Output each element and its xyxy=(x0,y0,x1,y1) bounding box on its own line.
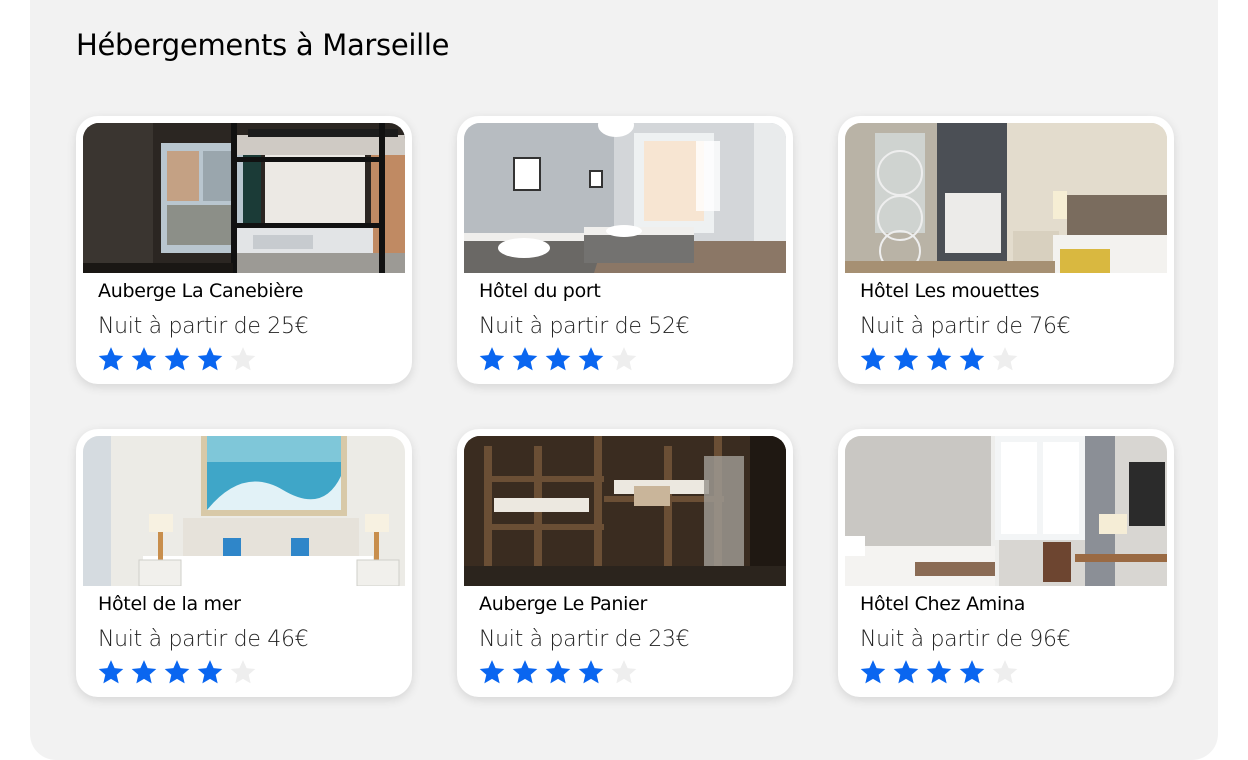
hotel-card[interactable]: Auberge Le Panier Nuit à partir de 23€ xyxy=(457,429,793,697)
star-icon xyxy=(992,660,1018,684)
star-icon xyxy=(926,347,952,371)
page-title: Hébergements à Marseille xyxy=(76,28,450,62)
hotel-name: Auberge La Canebière xyxy=(98,280,304,302)
hotel-card[interactable]: Hôtel de la mer Nuit à partir de 46€ xyxy=(76,429,412,697)
hotel-price: Nuit à partir de 52€ xyxy=(479,314,690,339)
star-rating xyxy=(859,345,1019,375)
star-icon xyxy=(197,347,223,371)
star-icon xyxy=(860,347,886,371)
hotel-photo xyxy=(83,436,405,586)
hotel-photo xyxy=(845,436,1167,586)
star-icon xyxy=(578,660,604,684)
star-icon xyxy=(197,660,223,684)
hotel-name: Auberge Le Panier xyxy=(479,593,648,615)
hotel-price: Nuit à partir de 25€ xyxy=(98,314,309,339)
star-icon xyxy=(959,660,985,684)
hotel-card[interactable]: Hôtel Les mouettes Nuit à partir de 76€ xyxy=(838,116,1174,384)
star-icon xyxy=(545,347,571,371)
hotel-card[interactable]: Auberge La Canebière Nuit à partir de 25… xyxy=(76,116,412,384)
star-icon xyxy=(479,660,505,684)
star-icon xyxy=(992,347,1018,371)
star-icon xyxy=(512,347,538,371)
star-rating xyxy=(478,658,638,688)
hotel-price: Nuit à partir de 46€ xyxy=(98,627,309,652)
hotel-photo xyxy=(464,123,786,273)
star-icon xyxy=(98,347,124,371)
star-icon xyxy=(893,347,919,371)
star-icon xyxy=(512,660,538,684)
hotel-photo xyxy=(83,123,405,273)
hotel-name: Hôtel de la mer xyxy=(98,593,241,615)
star-icon xyxy=(98,660,124,684)
hotel-name: Hôtel Chez Amina xyxy=(860,593,1026,615)
star-icon xyxy=(164,347,190,371)
star-icon xyxy=(926,660,952,684)
star-icon xyxy=(131,660,157,684)
hotel-price: Nuit à partir de 76€ xyxy=(860,314,1071,339)
star-icon xyxy=(611,660,637,684)
hotel-price: Nuit à partir de 23€ xyxy=(479,627,690,652)
hotel-photo xyxy=(464,436,786,586)
star-icon xyxy=(131,347,157,371)
star-icon xyxy=(578,347,604,371)
hotel-name: Hôtel du port xyxy=(479,280,601,302)
star-icon xyxy=(164,660,190,684)
star-rating xyxy=(859,658,1019,688)
hotel-name: Hôtel Les mouettes xyxy=(860,280,1040,302)
star-icon xyxy=(893,660,919,684)
star-icon xyxy=(959,347,985,371)
star-icon xyxy=(545,660,571,684)
hotel-card[interactable]: Hôtel Chez Amina Nuit à partir de 96€ xyxy=(838,429,1174,697)
hotel-card[interactable]: Hôtel du port Nuit à partir de 52€ xyxy=(457,116,793,384)
star-rating xyxy=(478,345,638,375)
hotel-price: Nuit à partir de 96€ xyxy=(860,627,1071,652)
star-rating xyxy=(97,345,257,375)
star-icon xyxy=(479,347,505,371)
star-icon xyxy=(230,347,256,371)
star-icon xyxy=(860,660,886,684)
hotel-photo xyxy=(845,123,1167,273)
star-icon xyxy=(230,660,256,684)
star-icon xyxy=(611,347,637,371)
star-rating xyxy=(97,658,257,688)
